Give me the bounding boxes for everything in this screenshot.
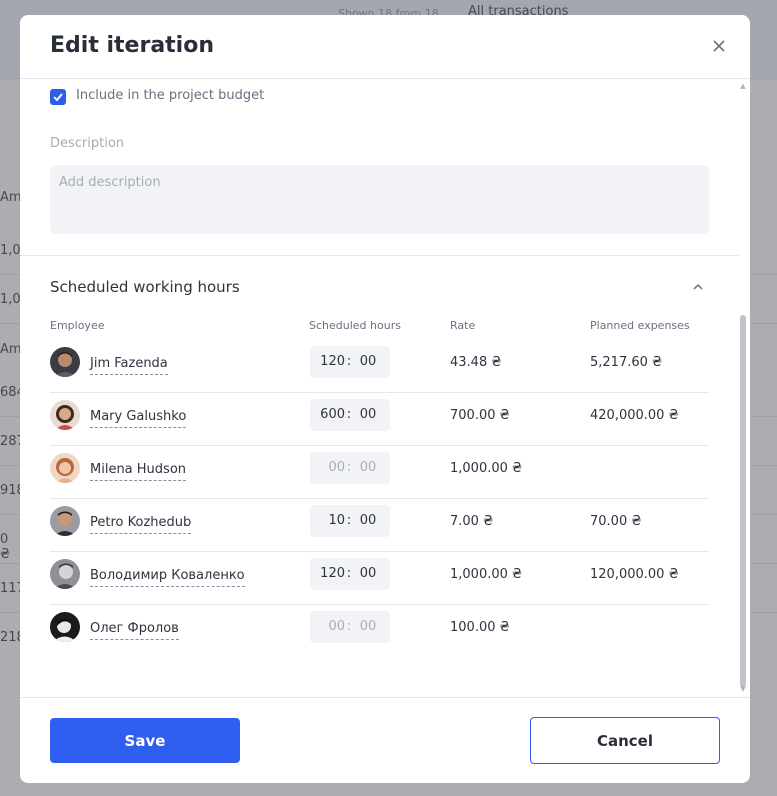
scheduled-hours-input[interactable]: 10 : 00 bbox=[310, 505, 390, 537]
minutes-value: 00 bbox=[359, 354, 377, 369]
minutes-value: 00 bbox=[359, 460, 377, 475]
scheduled-hours-input[interactable]: 600 : 00 bbox=[310, 399, 390, 431]
employee-name[interactable]: Олег Фролов bbox=[90, 621, 179, 640]
employee-name[interactable]: Jim Fazenda bbox=[90, 356, 168, 375]
scheduled-hours-input[interactable]: 120 : 00 bbox=[310, 558, 390, 590]
avatar bbox=[50, 400, 80, 430]
time-separator: : bbox=[346, 354, 352, 369]
employee-name[interactable]: Володимир Коваленко bbox=[90, 568, 245, 587]
employee-name[interactable]: Petro Kozhedub bbox=[90, 515, 192, 534]
minutes-value: 00 bbox=[359, 513, 377, 528]
include-budget-label[interactable]: Include in the project budget bbox=[76, 88, 264, 103]
avatar bbox=[50, 453, 80, 483]
section-divider bbox=[20, 255, 739, 256]
minutes-value: 00 bbox=[359, 407, 377, 422]
time-separator: : bbox=[346, 407, 352, 422]
include-budget-checkbox[interactable] bbox=[50, 89, 66, 105]
hours-value: 00 bbox=[328, 460, 345, 475]
modal-footer: Save Cancel bbox=[20, 697, 750, 783]
rate-value: 7.00 ₴ bbox=[450, 514, 494, 529]
cancel-button[interactable]: Cancel bbox=[530, 717, 720, 764]
hours-value: 600 bbox=[320, 407, 345, 422]
rate-value: 1,000.00 ₴ bbox=[450, 567, 523, 582]
minutes-value: 00 bbox=[359, 566, 377, 581]
employee-row: Олег Фролов 00 : 00 100.00 ₴ bbox=[50, 605, 709, 658]
rate-value: 700.00 ₴ bbox=[450, 408, 510, 423]
edit-iteration-modal: Edit iteration ▲ ▼ Include in the projec… bbox=[20, 15, 750, 783]
scheduled-hours-input[interactable]: 00 : 00 bbox=[310, 611, 390, 643]
planned-expenses-value: 70.00 ₴ bbox=[590, 514, 642, 529]
minutes-value: 00 bbox=[359, 619, 377, 634]
description-input[interactable] bbox=[50, 165, 709, 234]
column-header-scheduled-hours: Scheduled hours bbox=[309, 319, 401, 332]
employee-row: Jim Fazenda 120 : 00 43.48 ₴ 5,217.60 ₴ bbox=[50, 340, 709, 393]
scheduled-hours-input[interactable]: 00 : 00 bbox=[310, 452, 390, 484]
save-button[interactable]: Save bbox=[50, 718, 240, 763]
rate-value: 43.48 ₴ bbox=[450, 355, 502, 370]
employee-row: Milena Hudson 00 : 00 1,000.00 ₴ bbox=[50, 446, 709, 499]
avatar bbox=[50, 559, 80, 589]
scheduled-hours-section-title: Scheduled working hours bbox=[50, 278, 240, 296]
avatar bbox=[50, 506, 80, 536]
avatar bbox=[50, 347, 80, 377]
column-header-rate: Rate bbox=[450, 319, 476, 332]
employee-name[interactable]: Milena Hudson bbox=[90, 462, 187, 481]
hours-value: 00 bbox=[328, 619, 345, 634]
scroll-up-arrow-icon[interactable]: ▲ bbox=[739, 82, 747, 90]
time-separator: : bbox=[346, 460, 352, 475]
employee-row: Mary Galushko 600 : 00 700.00 ₴ 420,000.… bbox=[50, 393, 709, 446]
time-separator: : bbox=[346, 619, 352, 634]
checkmark-icon bbox=[53, 93, 63, 102]
hours-value: 120 bbox=[320, 354, 345, 369]
rate-value: 1,000.00 ₴ bbox=[450, 461, 523, 476]
time-separator: : bbox=[346, 566, 352, 581]
scrollbar-thumb[interactable] bbox=[740, 315, 746, 687]
rate-value: 100.00 ₴ bbox=[450, 620, 510, 635]
modal-header: Edit iteration bbox=[20, 15, 750, 79]
close-icon[interactable] bbox=[709, 35, 729, 55]
planned-expenses-value: 420,000.00 ₴ bbox=[590, 408, 679, 423]
hours-value: 120 bbox=[320, 566, 345, 581]
avatar bbox=[50, 612, 80, 642]
scheduled-hours-input[interactable]: 120 : 00 bbox=[310, 346, 390, 378]
modal-title: Edit iteration bbox=[50, 33, 215, 58]
planned-expenses-value: 120,000.00 ₴ bbox=[590, 567, 679, 582]
hours-value: 10 bbox=[328, 513, 345, 528]
employee-row: Petro Kozhedub 10 : 00 7.00 ₴ 70.00 ₴ bbox=[50, 499, 709, 552]
scroll-down-arrow-icon[interactable]: ▼ bbox=[739, 685, 747, 693]
planned-expenses-value: 5,217.60 ₴ bbox=[590, 355, 663, 370]
column-header-employee: Employee bbox=[50, 319, 105, 332]
description-label: Description bbox=[50, 136, 125, 151]
time-separator: : bbox=[346, 513, 352, 528]
chevron-up-icon[interactable] bbox=[691, 279, 705, 293]
employee-row: Володимир Коваленко 120 : 00 1,000.00 ₴ … bbox=[50, 552, 709, 605]
employee-name[interactable]: Mary Galushko bbox=[90, 409, 187, 428]
column-header-planned-expenses: Planned expenses bbox=[590, 319, 690, 332]
